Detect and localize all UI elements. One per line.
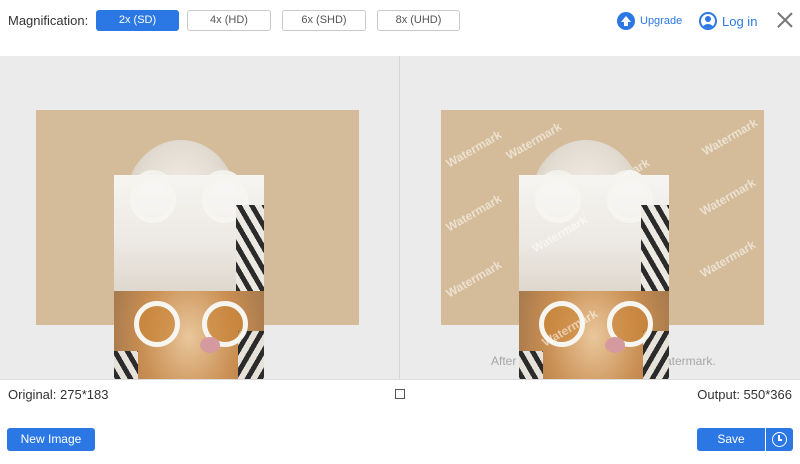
watermark: Watermark <box>697 237 758 281</box>
top-toolbar: Magnification: 2x (SD) 4x (HD) 6x (SHD) … <box>0 0 800 56</box>
caption-right: atermark. <box>665 354 716 368</box>
upgrade-arrow-icon <box>617 12 635 30</box>
magnification-label: Magnification: <box>8 13 89 28</box>
watermark: Watermark <box>697 175 758 219</box>
info-bar: Original: 275*183 Output: 550*366 <box>0 379 800 407</box>
preview-divider <box>399 56 400 379</box>
watermark: Watermark <box>699 115 760 159</box>
login-label: Log in <box>722 13 758 29</box>
history-button[interactable] <box>766 428 793 451</box>
close-icon[interactable] <box>777 12 793 28</box>
upgrade-label: Upgrade <box>640 15 683 27</box>
bottom-bar: New Image Save <box>0 407 800 464</box>
login-link[interactable]: Log in <box>699 11 757 31</box>
watermark: Watermark <box>443 127 504 171</box>
upgrade-link[interactable]: Upgrade <box>617 11 682 31</box>
dog-nose <box>200 337 220 353</box>
caption-left: After <box>491 354 517 368</box>
original-size-label: Original: 275*183 <box>8 387 109 402</box>
user-icon <box>699 12 717 30</box>
photo-tile: Watermark <box>519 175 669 293</box>
new-image-button[interactable]: New Image <box>7 428 95 451</box>
watermark: Watermark <box>443 191 504 235</box>
dog-nose <box>605 337 625 353</box>
magnification-6x-button[interactable]: 6x (SHD) <box>282 10 366 31</box>
magnification-2x-button[interactable]: 2x (SD) <box>96 10 179 31</box>
magnification-4x-button[interactable]: 4x (HD) <box>187 10 271 31</box>
dog-coat <box>641 205 669 293</box>
magnification-8x-button[interactable]: 8x (UHD) <box>377 10 460 31</box>
save-button[interactable]: Save <box>697 428 765 451</box>
dog-coat <box>236 205 264 293</box>
photo-tile <box>114 175 264 293</box>
glasses-lens <box>134 301 180 347</box>
glasses-lens <box>130 177 176 223</box>
watermark: Watermark <box>443 257 504 301</box>
compare-icon[interactable] <box>395 389 405 399</box>
output-size-label: Output: 550*366 <box>697 387 792 402</box>
clock-icon <box>772 432 787 447</box>
